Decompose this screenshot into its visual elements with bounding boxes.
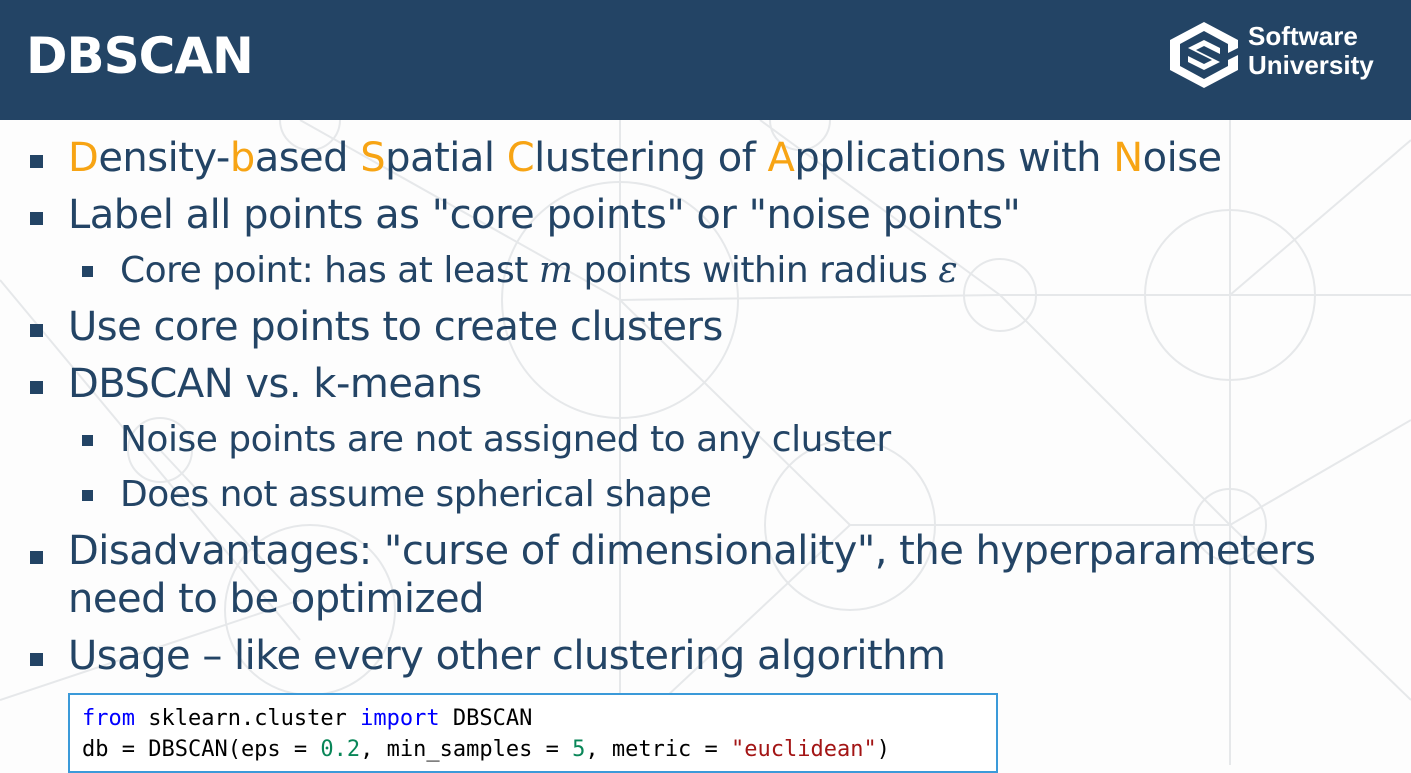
- subbullet-noise-points: Noise points are not assigned to any clu…: [82, 413, 891, 467]
- acronym-text: lustering of: [534, 135, 768, 181]
- software-university-logo: Software University: [1166, 20, 1396, 92]
- subbullet-spherical-shape: Does not assume spherical shape: [81, 468, 712, 522]
- slide-header: DBSCAN Software University: [0, 0, 1411, 120]
- acronym-letter-d: D: [68, 135, 99, 181]
- acronym-text: pplications with: [794, 135, 1114, 181]
- code-text: , min_samples =: [360, 737, 573, 762]
- acronym-text: oise: [1142, 135, 1223, 181]
- bullet-disadvantages: Disadvantages: "curse of dimensionality"…: [30, 527, 1368, 623]
- bullet-label-points: Label all points as "core points" or "no…: [29, 188, 1021, 242]
- math-epsilon: ε: [938, 250, 958, 291]
- math-m: m: [538, 250, 573, 291]
- keyword-import: import: [360, 706, 440, 731]
- subbullet-core-point: Core point: has at least m points within…: [81, 244, 958, 298]
- logo-line-1: Software: [1248, 21, 1358, 51]
- logo-icon: [1170, 22, 1238, 88]
- acronym-text: ensity-: [98, 135, 230, 181]
- code-import-name: DBSCAN: [439, 706, 533, 731]
- acronym-letter-c: C: [506, 135, 535, 181]
- code-block: from sklearn.cluster import DBSCAN db = D…: [68, 693, 998, 773]
- code-string-metric: "euclidean": [731, 737, 877, 762]
- bullet-dbscan-acronym: Density-based Spatial Clustering of Appl…: [30, 131, 1223, 185]
- slide-title: DBSCAN: [26, 27, 254, 85]
- bullet-core-clusters: Use core points to create clusters: [30, 300, 723, 354]
- keyword-from: from: [82, 706, 135, 731]
- code-number-min-samples: 5: [572, 737, 586, 762]
- bullet-dbscan-vs-kmeans: DBSCAN vs. k-means: [30, 357, 482, 411]
- code-line-1: from sklearn.cluster import DBSCAN: [82, 703, 984, 734]
- logo-text: Software University: [1248, 22, 1374, 80]
- acronym-letter-a: A: [767, 135, 795, 181]
- code-line-2: db = DBSCAN(eps = 0.2, min_samples = 5, …: [82, 734, 984, 765]
- bullet-usage: Usage – like every other clustering algo…: [30, 629, 946, 683]
- code-text: ): [876, 737, 890, 762]
- code-number-eps: 0.2: [320, 737, 361, 762]
- code-text: db = DBSCAN(eps =: [82, 737, 321, 762]
- code-text: , metric =: [585, 737, 732, 762]
- core-point-text: Core point: has at least: [120, 250, 539, 291]
- acronym-letter-b: b: [229, 135, 255, 181]
- acronym-text: ased: [254, 135, 361, 181]
- core-point-text-2: points within radius: [572, 250, 939, 291]
- acronym-letter-n: N: [1113, 135, 1143, 181]
- acronym-letter-s: S: [360, 135, 386, 181]
- code-module: sklearn.cluster: [134, 706, 361, 731]
- acronym-text: patial: [385, 135, 507, 181]
- logo-line-2: University: [1248, 50, 1374, 80]
